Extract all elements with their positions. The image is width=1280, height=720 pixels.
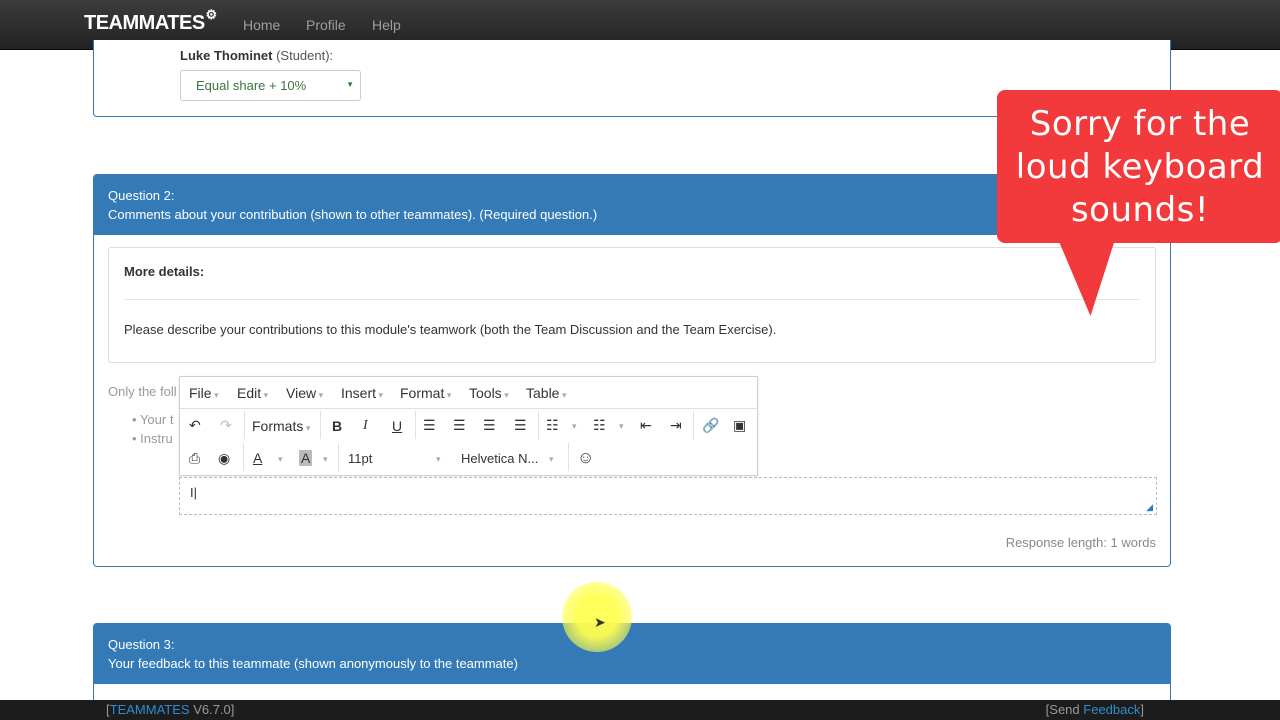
text-color-icon[interactable]: A [253, 450, 262, 466]
toolbar-separator [415, 411, 416, 439]
editor-content: I| [190, 485, 198, 500]
outdent-icon[interactable]: ⇤ [640, 417, 652, 434]
link-icon[interactable]: 🔗 [702, 417, 719, 434]
align-justify-icon[interactable]: ☰ [514, 417, 527, 434]
instructions-text: Only the foll [108, 384, 177, 399]
question-3-heading: Question 3: Your feedback to this teamma… [94, 624, 1170, 684]
toolbar-separator [568, 443, 569, 471]
chevron-down-icon[interactable]: ▾ [436, 454, 441, 465]
menu-file[interactable]: File [189, 385, 219, 401]
response-editor[interactable]: I| ◢ [179, 477, 1157, 515]
numbered-list-icon[interactable]: ☷ [593, 417, 606, 434]
menu-table[interactable]: Table [526, 385, 567, 401]
align-center-icon[interactable]: ☰ [453, 417, 466, 434]
teammates-link[interactable]: TEAMMATES [110, 702, 190, 717]
chevron-down-icon[interactable]: ▾ [323, 454, 328, 465]
resize-handle-icon[interactable]: ◢ [1146, 502, 1153, 513]
chevron-down-icon[interactable]: ▾ [278, 454, 283, 465]
question-3-title: Question 3: [108, 637, 175, 652]
nav-profile-link[interactable]: Profile [306, 17, 346, 33]
chevron-down-icon: ▼ [346, 80, 354, 89]
underline-icon[interactable]: U [392, 418, 402, 434]
footer-feedback: [Send Feedback] [1045, 702, 1144, 717]
menu-edit[interactable]: Edit [237, 385, 268, 401]
rich-text-toolbar: File Edit View Insert Format Tools Table… [179, 376, 758, 476]
toolbar-separator [538, 411, 539, 439]
divider [124, 299, 1140, 300]
toolbar-separator [338, 443, 339, 471]
toolbar-separator [244, 411, 245, 439]
undo-icon[interactable]: ↶ [189, 417, 201, 434]
toolbar-separator [693, 411, 694, 439]
nav-help-link[interactable]: Help [372, 17, 401, 33]
student-role: (Student): [276, 48, 334, 63]
print-icon[interactable]: ⎙ [189, 450, 200, 467]
student-label: Luke Thominet (Student): [180, 48, 333, 63]
menu-insert[interactable]: Insert [341, 385, 383, 401]
bubble-line: Sorry for the [1029, 104, 1251, 144]
contribution-select-value: Equal share + 10% [196, 78, 307, 93]
editor-menubar: File Edit View Insert Format Tools Table [180, 377, 757, 409]
more-details-box: More details: Please describe your contr… [108, 247, 1156, 363]
mouse-pointer-icon: ➤ [594, 614, 606, 630]
footer: [TEAMMATES V6.7.0] [Send Feedback] [0, 700, 1280, 720]
menu-format[interactable]: Format [400, 385, 451, 401]
more-details-text: Please describe your contributions to th… [124, 322, 777, 337]
more-details-title: More details: [124, 264, 205, 279]
contribution-select[interactable]: Equal share + 10% ▼ [180, 70, 361, 101]
chevron-down-icon[interactable]: ▾ [549, 454, 554, 465]
menu-view[interactable]: View [286, 385, 323, 401]
italic-icon[interactable]: I [363, 418, 368, 434]
student-name: Luke Thominet [180, 48, 273, 63]
background-color-icon[interactable]: A [299, 450, 313, 466]
chevron-down-icon[interactable]: ▾ [572, 421, 577, 432]
bubble-line: loud keyboard [1015, 147, 1265, 187]
preview-eye-icon[interactable]: ◉ [218, 450, 230, 467]
speech-bubble: Sorry for the loud keyboard sounds! [997, 90, 1280, 243]
bold-icon[interactable]: B [332, 418, 342, 434]
instruction-bullet: • Instru [132, 431, 173, 446]
footer-version: [TEAMMATES V6.7.0] [106, 702, 235, 717]
font-size-dropdown[interactable]: 11pt [348, 451, 372, 466]
formats-dropdown[interactable]: Formats ▾ [252, 418, 310, 434]
gear-icon: ⚙ [205, 7, 218, 22]
brand-text: TEAMMATES [84, 12, 205, 34]
toolbar-separator [243, 443, 244, 471]
image-icon[interactable]: ▣ [733, 417, 746, 434]
chevron-down-icon[interactable]: ▾ [619, 421, 624, 432]
align-left-icon[interactable]: ☰ [423, 417, 436, 434]
redo-icon[interactable]: ↷ [220, 417, 232, 434]
bullet-list-icon[interactable]: ☷ [546, 417, 559, 434]
response-length: Response length: 1 words [1005, 535, 1156, 550]
emoticon-icon[interactable]: ☺ [577, 448, 594, 468]
toolbar-separator [320, 411, 321, 439]
menu-tools[interactable]: Tools [469, 385, 509, 401]
font-family-dropdown[interactable]: Helvetica N... [461, 451, 538, 466]
nav-home-link[interactable]: Home [243, 17, 280, 33]
speech-bubble-tail [1057, 238, 1127, 316]
brand-logo[interactable]: TEAMMATES ⚙ [84, 7, 217, 35]
indent-icon[interactable]: ⇥ [670, 417, 682, 434]
question-3-subtitle: Your feedback to this teammate (shown an… [108, 656, 518, 671]
bubble-line: sounds! [1070, 190, 1210, 230]
send-feedback-link[interactable]: Feedback [1083, 702, 1140, 717]
align-right-icon[interactable]: ☰ [483, 417, 496, 434]
instruction-bullet: • Your t [132, 412, 174, 427]
